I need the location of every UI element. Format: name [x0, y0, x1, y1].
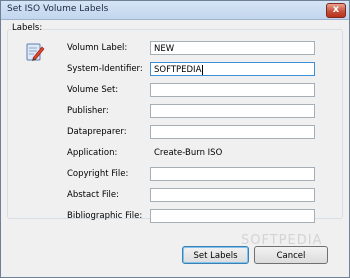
set-labels-button[interactable]: Set Labels [182, 246, 249, 264]
text-caret [202, 64, 204, 75]
cancel-button[interactable]: Cancel [254, 246, 328, 264]
datapreparer-label: Datapreparer: [67, 127, 127, 137]
close-icon: x [332, 4, 340, 15]
volume-label-label: Volumn Label: [67, 43, 128, 53]
title-bar[interactable]: Set ISO Volume Labels x [1, 1, 349, 20]
close-button[interactable]: x [326, 3, 346, 18]
datapreparer-field[interactable] [150, 125, 315, 139]
pencil-disc-icon [26, 43, 45, 61]
application-value: Create-Burn ISO [154, 148, 223, 158]
bibliographic-file-label: Bibliographic File: [67, 211, 143, 221]
volume-set-label: Volume Set: [67, 85, 119, 95]
system-identifier-value: SOFTPEDIA [154, 65, 202, 75]
window-title: Set ISO Volume Labels [7, 4, 109, 14]
system-identifier-label: System-Identifier: [67, 64, 143, 74]
application-label: Application: [67, 148, 118, 158]
volume-set-field[interactable] [150, 83, 315, 97]
abstract-file-label: Abstact File: [67, 190, 119, 200]
publisher-field[interactable] [150, 104, 315, 118]
copyright-file-field[interactable] [150, 167, 315, 181]
publisher-label: Publisher: [67, 106, 109, 116]
dialog-window: Set ISO Volume Labels x Labels: Volumn L… [0, 0, 350, 278]
system-identifier-field[interactable]: SOFTPEDIA [150, 62, 315, 76]
volume-label-field[interactable]: NEW [150, 41, 315, 55]
abstract-file-field[interactable] [150, 188, 315, 202]
bibliographic-file-field[interactable] [150, 209, 315, 223]
copyright-file-label: Copyright File: [67, 169, 129, 179]
labels-group-title: Labels: [11, 23, 44, 33]
